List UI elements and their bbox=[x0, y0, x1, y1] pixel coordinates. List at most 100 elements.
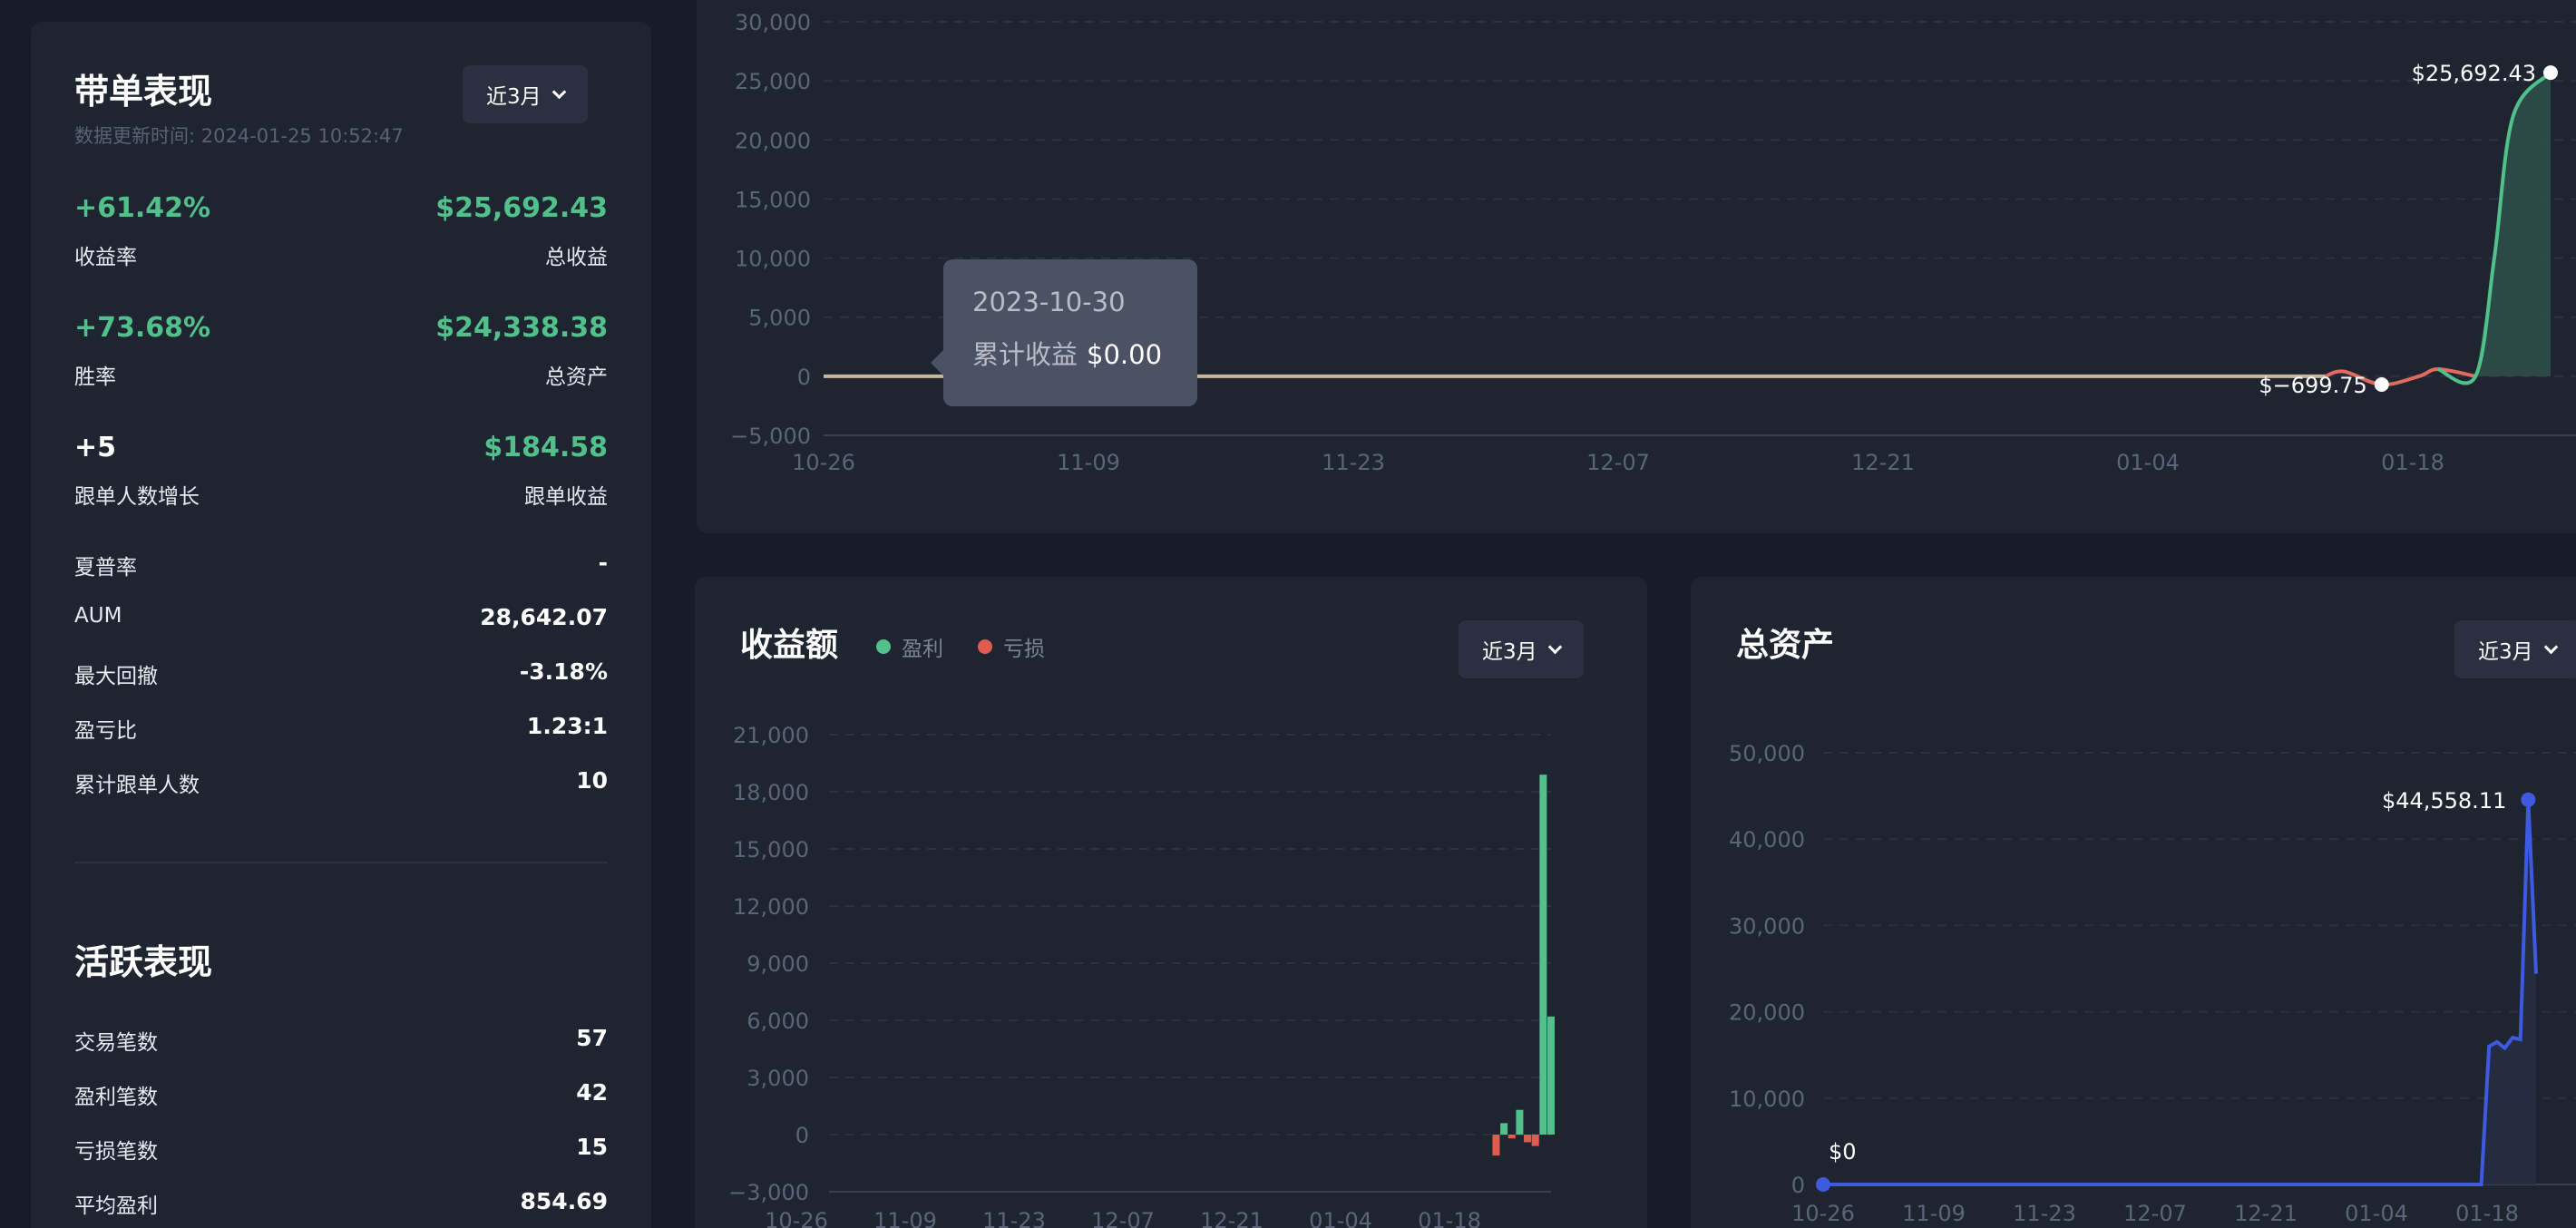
activity-row: 平均盈利 854.69 bbox=[74, 1188, 608, 1221]
y-tick-label: 10,000 bbox=[735, 247, 811, 272]
tooltip-date: 2023-10-30 bbox=[972, 287, 1126, 317]
marker-dot bbox=[2521, 792, 2536, 807]
stat-row: 累计跟单人数 10 bbox=[74, 767, 608, 800]
y-tick-label: 15,000 bbox=[735, 187, 811, 212]
x-tick-label: 10-26 bbox=[1791, 1201, 1855, 1226]
x-tick-label: 12-07 bbox=[1091, 1208, 1155, 1228]
section-divider bbox=[74, 862, 608, 863]
profit-bar bbox=[1516, 1109, 1524, 1135]
activity-value: 854.69 bbox=[520, 1188, 608, 1214]
x-tick-label: 01-18 bbox=[2455, 1201, 2519, 1226]
marker-dot bbox=[2543, 65, 2558, 81]
y-tick-label: 50,000 bbox=[1729, 741, 1805, 766]
value-annotation: $44,558.11 bbox=[2382, 788, 2506, 814]
activity-label: 交易笔数 bbox=[74, 1031, 158, 1055]
x-tick-label: 12-21 bbox=[1200, 1208, 1264, 1228]
activity-label: 亏损笔数 bbox=[74, 1140, 158, 1164]
y-tick-label: 15,000 bbox=[733, 837, 809, 863]
value-annotation: $25,692.43 bbox=[2412, 61, 2536, 86]
marker-dot bbox=[1816, 1177, 1830, 1192]
x-tick-label: 11-09 bbox=[873, 1208, 937, 1228]
y-tick-label: 0 bbox=[797, 365, 811, 390]
stat-label: AUM bbox=[74, 604, 122, 628]
y-tick-label: 12,000 bbox=[733, 894, 809, 920]
activity-label: 盈利笔数 bbox=[74, 1086, 158, 1109]
profit-chart-card: 收益额 盈利 亏损 近3月 21,000 18,000 15,000 12,000 9,… bbox=[695, 577, 1647, 1228]
activity-row: 亏损笔数 15 bbox=[74, 1134, 608, 1166]
series-line bbox=[1823, 799, 2538, 1186]
x-tick-label: 01-18 bbox=[1418, 1208, 1481, 1228]
marker-dot bbox=[2374, 376, 2389, 392]
total-profit-value: $25,692.43 bbox=[435, 192, 608, 224]
activity-value: 15 bbox=[576, 1134, 608, 1160]
y-tick-label: 3,000 bbox=[746, 1066, 809, 1091]
stat-value: 28,642.07 bbox=[480, 604, 608, 630]
win-rate-value: +73.68% bbox=[74, 312, 211, 344]
y-tick-label: 10,000 bbox=[1729, 1087, 1805, 1112]
x-tick-label: 01-04 bbox=[2345, 1201, 2408, 1226]
x-tick-label: 12-21 bbox=[1851, 450, 1915, 475]
stat-row: 盈亏比 1.23:1 bbox=[74, 713, 608, 746]
x-tick-label: 11-23 bbox=[1322, 450, 1385, 475]
y-tick-label: 0 bbox=[1791, 1173, 1805, 1198]
profit-bar bbox=[1539, 775, 1547, 1135]
activity-value: 57 bbox=[576, 1025, 608, 1051]
loss-bar bbox=[1492, 1135, 1500, 1156]
x-tick-label: 11-09 bbox=[1057, 450, 1120, 475]
stat-label: 累计跟单人数 bbox=[74, 774, 200, 797]
x-tick-label: 11-09 bbox=[1902, 1201, 1966, 1226]
activity-value: 42 bbox=[576, 1079, 608, 1106]
y-tick-label: 18,000 bbox=[733, 780, 809, 805]
stat-row: 最大回撤 -3.18% bbox=[74, 658, 608, 691]
return-rate-label: 收益率 bbox=[74, 246, 137, 269]
stat-row: AUM 28,642.07 bbox=[74, 604, 608, 637]
activity-row: 交易笔数 57 bbox=[74, 1025, 608, 1057]
loss-bar bbox=[1508, 1135, 1516, 1139]
stat-row: 夏普率 - bbox=[74, 550, 608, 582]
total-assets-value: $24,338.38 bbox=[435, 312, 608, 344]
cumulative-pnl-chart-card: 30,000 25,000 20,000 15,000 10,000 5,000 0 −5,0… bbox=[697, 0, 2576, 533]
activity-title: 活跃表现 bbox=[74, 942, 213, 982]
assets-line-chart[interactable]: 50,000 40,000 30,000 20,000 10,000 0 10-26 11-0… bbox=[1691, 577, 2576, 1228]
follower-growth-value: +5 bbox=[74, 432, 117, 463]
activity-label: 平均盈利 bbox=[74, 1194, 158, 1218]
total-assets-label: 总资产 bbox=[545, 365, 608, 389]
value-annotation: $0 bbox=[1829, 1139, 1857, 1165]
y-tick-label: 0 bbox=[795, 1123, 809, 1148]
total-profit-label: 总收益 bbox=[545, 246, 608, 269]
x-tick-label: 11-23 bbox=[982, 1208, 1046, 1228]
y-tick-label: −3,000 bbox=[728, 1180, 809, 1205]
x-tick-label: 01-18 bbox=[2381, 450, 2444, 475]
tooltip-label: 累计收益 bbox=[972, 339, 1078, 370]
y-tick-label: 25,000 bbox=[735, 69, 811, 94]
y-tick-label: −5,000 bbox=[730, 424, 811, 449]
return-rate-value: +61.42% bbox=[74, 192, 211, 224]
stat-value: - bbox=[598, 550, 608, 576]
x-tick-label: 12-21 bbox=[2234, 1201, 2298, 1226]
stat-value: 10 bbox=[576, 767, 608, 794]
tooltip-line: 累计收益 $0.00 bbox=[972, 334, 1197, 372]
performance-range-dropdown[interactable]: 近3月 bbox=[463, 65, 588, 123]
y-tick-label: 40,000 bbox=[1729, 827, 1805, 853]
stat-label: 最大回撤 bbox=[74, 665, 158, 688]
x-tick-label: 10-26 bbox=[765, 1208, 828, 1228]
loss-bar bbox=[1531, 1135, 1539, 1146]
y-tick-label: 30,000 bbox=[1729, 913, 1805, 939]
profit-bar bbox=[1547, 1016, 1555, 1135]
stat-value: -3.18% bbox=[519, 658, 608, 685]
y-tick-label: 5,000 bbox=[748, 306, 811, 331]
profit-bar-chart[interactable]: 21,000 18,000 15,000 12,000 9,000 6,000 3,000 0… bbox=[695, 577, 1647, 1228]
performance-card: 带单表现 数据更新时间: 2024-01-25 10:52:47 近3月 +61… bbox=[31, 22, 651, 1228]
tooltip-value: $0.00 bbox=[1087, 339, 1163, 370]
page: 带单表现 数据更新时间: 2024-01-25 10:52:47 近3月 +61… bbox=[0, 0, 2576, 1228]
value-annotation: $−699.75 bbox=[2259, 373, 2366, 398]
follower-growth-label: 跟单人数增长 bbox=[74, 485, 200, 509]
update-time: 数据更新时间: 2024-01-25 10:52:47 bbox=[74, 125, 404, 147]
chart-tooltip: 2023-10-30 累计收益 $0.00 bbox=[931, 259, 1197, 406]
activity-row: 盈利笔数 42 bbox=[74, 1079, 608, 1112]
stat-label: 盈亏比 bbox=[74, 719, 137, 743]
follow-profit-value: $184.58 bbox=[483, 432, 608, 463]
y-tick-label: 6,000 bbox=[746, 1009, 809, 1034]
chevron-down-icon bbox=[551, 84, 566, 99]
x-tick-label: 11-23 bbox=[2013, 1201, 2076, 1226]
